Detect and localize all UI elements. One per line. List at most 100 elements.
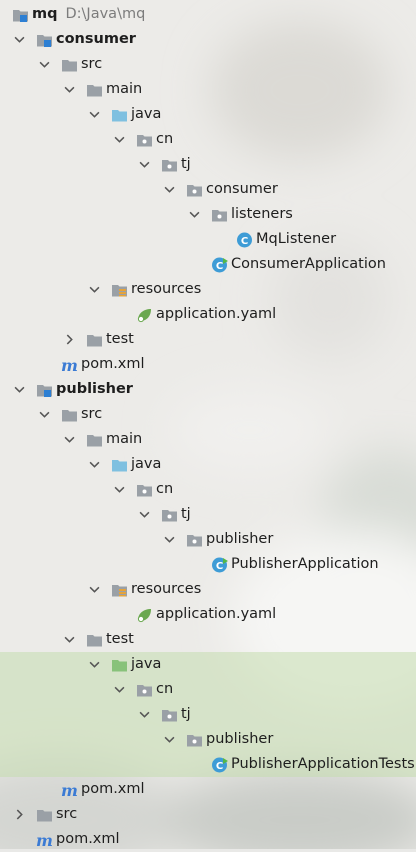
- tj-label: tj: [181, 706, 191, 722]
- chevron-down-icon[interactable]: [37, 58, 51, 72]
- maven-icon: m: [60, 356, 78, 375]
- resources-folder-icon: [110, 282, 128, 298]
- chevron-down-icon[interactable]: [112, 483, 126, 497]
- chevron-down-icon[interactable]: [62, 83, 76, 97]
- tree-node-consumer-yaml[interactable]: application.yaml: [0, 302, 416, 327]
- chevron-down-icon[interactable]: [12, 33, 26, 47]
- chevron-down-icon[interactable]: [162, 533, 176, 547]
- resources-label: resources: [131, 281, 202, 297]
- package-icon: [135, 682, 153, 698]
- chevron-right-icon[interactable]: [12, 808, 26, 822]
- svg-text:m: m: [61, 781, 78, 800]
- chevron-down-icon[interactable]: [87, 658, 101, 672]
- folder-icon: [85, 432, 103, 448]
- maven-icon: m: [35, 831, 53, 850]
- chevron-down-icon[interactable]: [87, 283, 101, 297]
- package-label: consumer: [206, 181, 278, 197]
- tree-node-publisher-test-cn[interactable]: cn: [0, 677, 416, 702]
- tree-node-consumer-test[interactable]: test: [0, 327, 416, 352]
- package-icon: [185, 732, 203, 748]
- consumer-application-label: ConsumerApplication: [231, 256, 386, 272]
- tree-node-listeners[interactable]: listeners: [0, 202, 416, 227]
- tree-node-consumer-application[interactable]: C ConsumerApplication: [0, 252, 416, 277]
- mqlistener-label: MqListener: [256, 231, 337, 247]
- root-path: D:\Java\mq: [65, 6, 146, 22]
- chevron-down-icon[interactable]: [112, 133, 126, 147]
- tree-node-publisher[interactable]: publisher: [0, 377, 416, 402]
- tree-node-publisher-test-tj[interactable]: tj: [0, 702, 416, 727]
- chevron-down-icon[interactable]: [62, 633, 76, 647]
- source-root-folder-icon: [110, 107, 128, 123]
- tree-node-publisher-tests-class[interactable]: C PublisherApplicationTests: [0, 752, 416, 777]
- chevron-down-icon[interactable]: [137, 708, 151, 722]
- tree-node-publisher-test-package[interactable]: publisher: [0, 727, 416, 752]
- tree-node-root-src[interactable]: src: [0, 802, 416, 827]
- package-icon: [135, 482, 153, 498]
- tree-node-publisher-test[interactable]: test: [0, 627, 416, 652]
- chevron-down-icon[interactable]: [162, 183, 176, 197]
- tree-node-root[interactable]: mq D:\Java\mq: [0, 2, 416, 27]
- java-label: java: [131, 456, 162, 472]
- chevron-down-icon[interactable]: [137, 508, 151, 522]
- tree-node-publisher-cn[interactable]: cn: [0, 477, 416, 502]
- resources-folder-icon: [110, 582, 128, 598]
- tree-node-publisher-main[interactable]: main: [0, 427, 416, 452]
- root-label: mq: [32, 6, 58, 22]
- tree-node-publisher-yaml[interactable]: application.yaml: [0, 602, 416, 627]
- folder-icon: [85, 632, 103, 648]
- chevron-down-icon[interactable]: [162, 733, 176, 747]
- tree-node-publisher-test-java[interactable]: java: [0, 652, 416, 677]
- folder-icon: [85, 82, 103, 98]
- tree-node-publisher-resources[interactable]: resources: [0, 577, 416, 602]
- chevron-down-icon[interactable]: [87, 583, 101, 597]
- pom-label: pom.xml: [56, 831, 120, 847]
- class-icon: C: [235, 232, 253, 248]
- tree-node-consumer-resources[interactable]: resources: [0, 277, 416, 302]
- svg-text:m: m: [36, 831, 53, 850]
- tree-node-publisher-tj[interactable]: tj: [0, 502, 416, 527]
- chevron-down-icon[interactable]: [87, 108, 101, 122]
- package-label: publisher: [206, 531, 274, 547]
- tree-node-publisher-src[interactable]: src: [0, 402, 416, 427]
- chevron-down-icon[interactable]: [12, 383, 26, 397]
- tree-node-consumer-package[interactable]: consumer: [0, 177, 416, 202]
- maven-icon: m: [60, 781, 78, 800]
- tree-node-publisher-application[interactable]: C PublisherApplication: [0, 552, 416, 577]
- folder-icon: [35, 807, 53, 823]
- source-root-folder-icon: [110, 457, 128, 473]
- tree-node-consumer-cn[interactable]: cn: [0, 127, 416, 152]
- tree-node-publisher-java[interactable]: java: [0, 452, 416, 477]
- resources-label: resources: [131, 581, 202, 597]
- tree-node-publisher-package[interactable]: publisher: [0, 527, 416, 552]
- chevron-down-icon[interactable]: [187, 208, 201, 222]
- tree-node-consumer-java[interactable]: java: [0, 102, 416, 127]
- tree-node-publisher-pom[interactable]: m pom.xml: [0, 777, 416, 802]
- chevron-down-icon[interactable]: [137, 158, 151, 172]
- tree-node-root-pom[interactable]: m pom.xml: [0, 827, 416, 852]
- pom-label: pom.xml: [81, 781, 145, 797]
- folder-icon: [85, 332, 103, 348]
- tree-node-consumer[interactable]: consumer: [0, 27, 416, 52]
- tree-node-consumer-src[interactable]: src: [0, 52, 416, 77]
- tj-label: tj: [181, 156, 191, 172]
- test-label: test: [106, 331, 134, 347]
- package-icon: [160, 707, 178, 723]
- cn-label: cn: [156, 481, 174, 497]
- package-icon: [185, 532, 203, 548]
- chevron-down-icon[interactable]: [112, 683, 126, 697]
- chevron-down-icon[interactable]: [37, 408, 51, 422]
- listeners-label: listeners: [231, 206, 293, 222]
- chevron-right-icon[interactable]: [62, 333, 76, 347]
- tree-node-mqlistener[interactable]: C MqListener: [0, 227, 416, 252]
- tree-node-consumer-tj[interactable]: tj: [0, 152, 416, 177]
- project-tree: mq D:\Java\mq consumer src main java cn …: [0, 2, 416, 852]
- tree-node-consumer-pom[interactable]: m pom.xml: [0, 352, 416, 377]
- chevron-down-icon[interactable]: [87, 458, 101, 472]
- svg-text:C: C: [215, 561, 222, 572]
- package-icon: [135, 132, 153, 148]
- package-label: publisher: [206, 731, 274, 747]
- module-folder-icon: [11, 7, 29, 23]
- tree-node-consumer-main[interactable]: main: [0, 77, 416, 102]
- chevron-down-icon[interactable]: [62, 433, 76, 447]
- spring-config-icon: [135, 607, 153, 623]
